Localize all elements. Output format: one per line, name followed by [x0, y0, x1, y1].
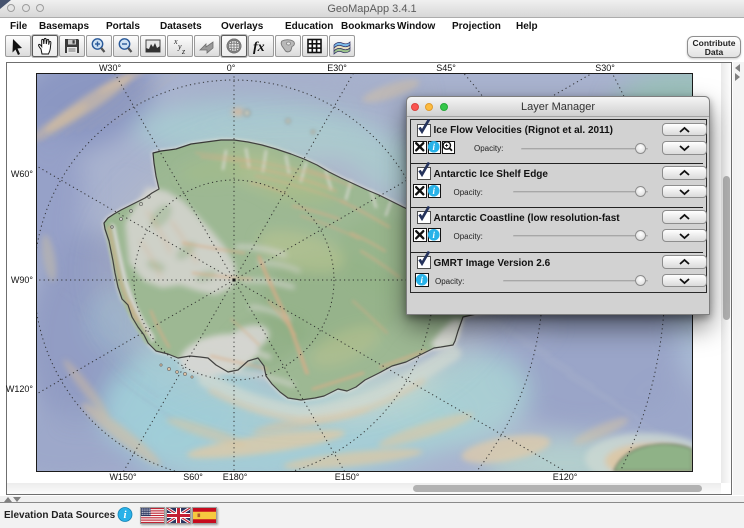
- svg-text:fx: fx: [253, 40, 265, 55]
- svg-text:z: z: [181, 47, 186, 56]
